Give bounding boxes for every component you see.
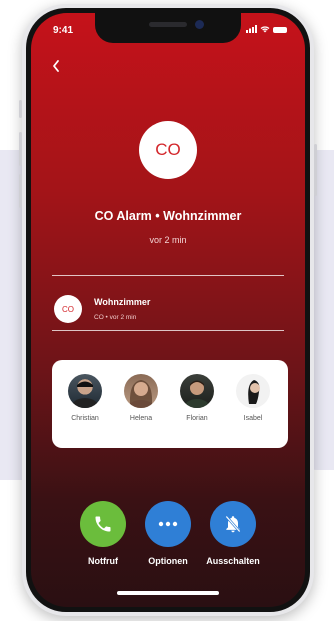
- room-avatar: CO: [54, 295, 82, 323]
- more-icon: [158, 521, 178, 527]
- power-button: [314, 144, 317, 196]
- status-icons: [246, 25, 287, 35]
- avatar: [68, 374, 102, 408]
- contact-name: Isabel: [243, 415, 263, 422]
- contacts-card: Christian Helena Florian Isabel: [52, 360, 288, 448]
- person-silhouette-icon: [248, 380, 260, 404]
- room-row[interactable]: CO Wohnzimmer CO • vor 2 min: [52, 292, 284, 328]
- home-indicator[interactable]: [117, 591, 219, 595]
- contact-christian[interactable]: Christian: [60, 374, 110, 422]
- app-screen: 9:41 CO CO Alarm • Wohnzimmer vor 2 min …: [31, 13, 305, 607]
- options-button[interactable]: [145, 501, 191, 547]
- person-silhouette-icon: [184, 380, 210, 408]
- alarm-timestamp: vor 2 min: [149, 235, 187, 245]
- emergency-call-button[interactable]: [80, 501, 126, 547]
- action-label: Notfruf: [88, 556, 118, 566]
- person-silhouette-icon: [71, 381, 99, 408]
- volume-up-button: [19, 132, 22, 166]
- avatar: [236, 374, 270, 408]
- divider-bottom: [52, 330, 284, 331]
- back-button[interactable]: [51, 59, 61, 77]
- bell-off-icon: [225, 515, 241, 533]
- notch: [95, 13, 241, 43]
- wifi-icon: [260, 25, 270, 35]
- options-action[interactable]: Optionen: [136, 501, 200, 566]
- mute-switch: [19, 100, 22, 118]
- contact-florian[interactable]: Florian: [172, 374, 222, 422]
- speaker-grille: [149, 22, 187, 27]
- divider-top: [52, 275, 284, 276]
- action-label: Optionen: [148, 556, 188, 566]
- room-name: Wohnzimmer: [94, 297, 151, 307]
- room-subtitle: CO • vor 2 min: [94, 314, 137, 321]
- emergency-call-action[interactable]: Notfruf: [71, 501, 135, 566]
- avatar: [124, 374, 158, 408]
- chevron-left-icon: [53, 60, 59, 72]
- front-camera: [195, 20, 204, 29]
- status-time: 9:41: [53, 25, 74, 36]
- contact-helena[interactable]: Helena: [116, 374, 166, 422]
- person-silhouette-icon: [128, 380, 154, 408]
- avatar: [180, 374, 214, 408]
- contact-isabel[interactable]: Isabel: [228, 374, 278, 422]
- battery-icon: [273, 27, 287, 33]
- phone-frame: 9:41 CO CO Alarm • Wohnzimmer vor 2 min …: [19, 4, 317, 616]
- signal-icon: [246, 25, 257, 35]
- volume-down-button: [19, 174, 22, 208]
- alarm-type-badge: CO: [139, 121, 197, 179]
- contact-name: Florian: [186, 415, 208, 422]
- action-label: Ausschalten: [206, 556, 260, 566]
- contact-name: Christian: [71, 415, 99, 422]
- contact-name: Helena: [129, 415, 153, 422]
- phone-icon: [95, 516, 111, 532]
- turn-off-button[interactable]: [210, 501, 256, 547]
- alarm-title: CO Alarm • Wohnzimmer: [94, 209, 242, 223]
- turn-off-action[interactable]: Ausschalten: [201, 501, 265, 566]
